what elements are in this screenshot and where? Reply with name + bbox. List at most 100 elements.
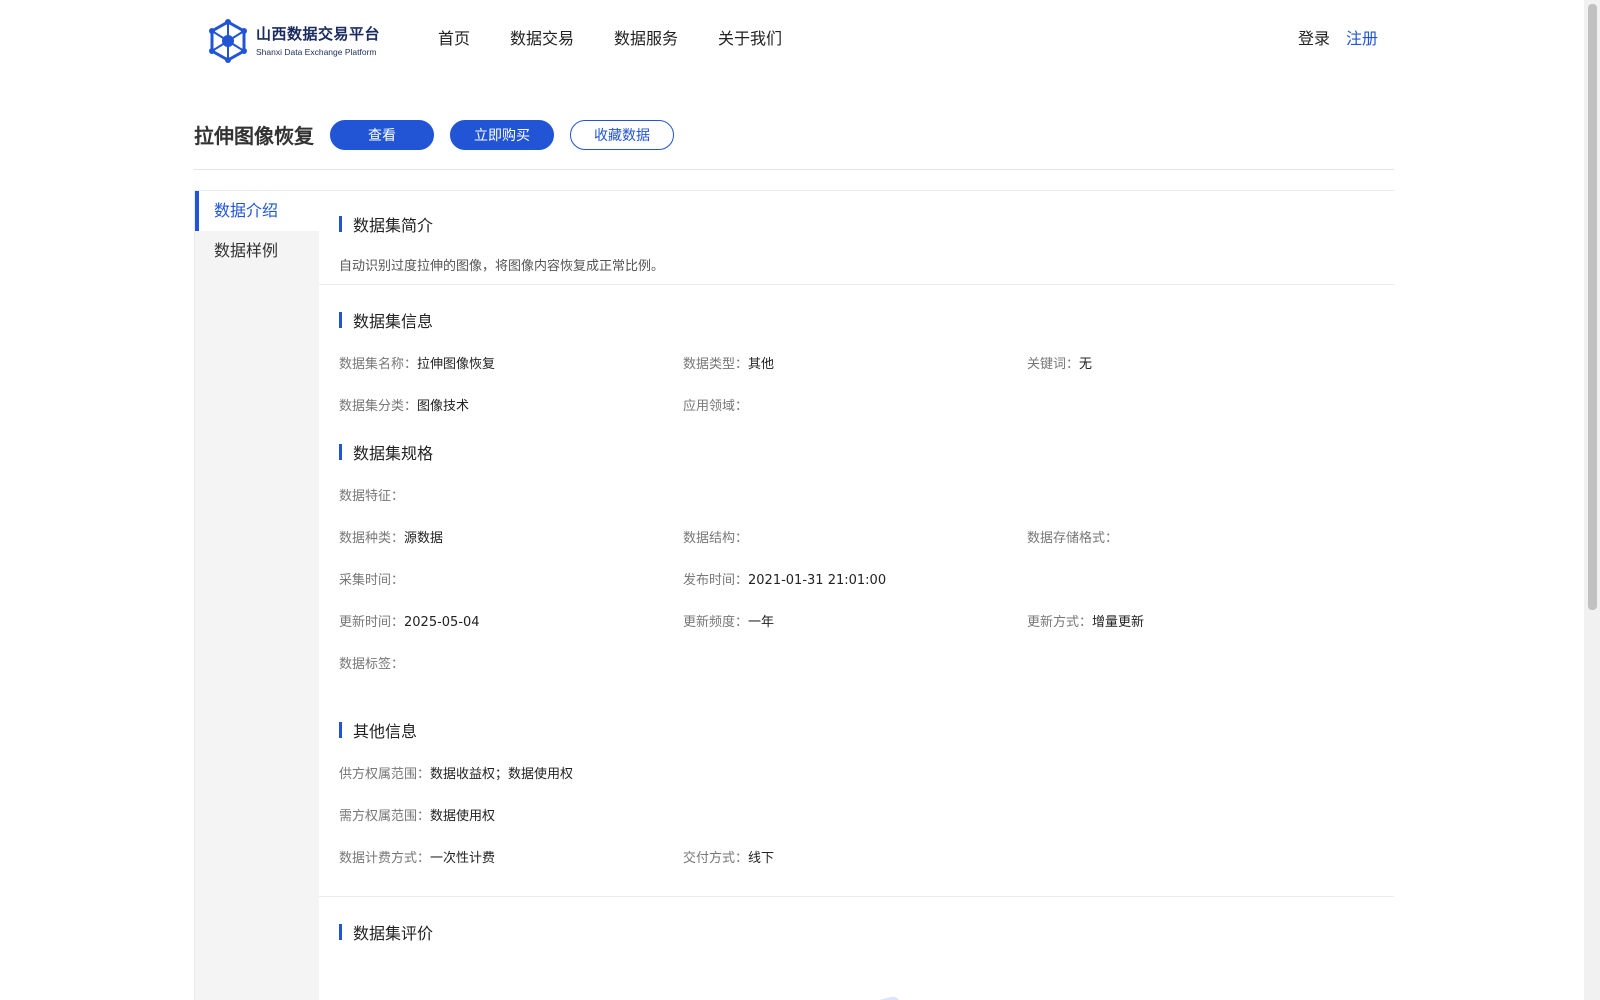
nav-item-home[interactable]: 首页 [438, 28, 470, 50]
field-dataset-name: 数据集名称：拉伸图像恢复 [339, 355, 495, 375]
field-label: 数据种类： [339, 531, 405, 546]
section-title: 数据集简介 [353, 216, 434, 235]
field-label: 数据结构： [683, 531, 749, 546]
field-value: 数据使用权 [430, 809, 496, 824]
empty-rating-illustration [857, 996, 905, 1000]
field-label: 应用领域： [683, 399, 749, 414]
sidebar: 数据介绍 数据样例 [195, 191, 319, 271]
section-marker [339, 444, 342, 460]
field-data-type: 数据类型：其他 [683, 355, 774, 375]
field-value: 一年 [748, 615, 775, 630]
field-label: 数据标签： [339, 657, 405, 672]
field-category: 数据集分类：图像技术 [339, 397, 469, 417]
field-value: 其他 [748, 357, 775, 372]
field-label: 更新时间： [339, 615, 405, 630]
field-label: 需方权属范围： [339, 809, 431, 824]
dataset-description: 自动识别过度拉伸的图像，将图像内容恢复成正常比例。 [339, 259, 665, 274]
field-publish-time: 发布时间：2021-01-31 21:01:00 [683, 571, 886, 591]
field-label: 交付方式： [683, 851, 749, 866]
field-label: 数据集分类： [339, 399, 418, 414]
field-update-mode: 更新方式：增量更新 [1027, 613, 1144, 633]
field-value: 2025-05-04 [404, 615, 480, 630]
section-marker [339, 312, 342, 328]
field-keywords: 关键词：无 [1027, 355, 1092, 375]
field-label: 数据计费方式： [339, 851, 431, 866]
dataset-title-row: 拉伸图像恢复 查看 立即购买 收藏数据 [194, 120, 1394, 170]
field-demander-rights: 需方权属范围：数据使用权 [339, 807, 495, 827]
intro-section: 数据集简介 自动识别过度拉伸的图像，将图像内容恢复成正常比例。 [319, 191, 1394, 285]
field-label: 数据特征： [339, 489, 405, 504]
spec-row: 更新时间：2025-05-04 更新频度：一年 更新方式：增量更新 [339, 613, 1374, 655]
spec-row: 采集时间： 发布时间：2021-01-31 21:01:00 [339, 571, 1374, 613]
nav-item-service[interactable]: 数据服务 [614, 28, 678, 50]
other-row: 需方权属范围：数据使用权 [339, 807, 1374, 849]
field-application-domain: 应用领域： [683, 397, 748, 417]
nav-item-about[interactable]: 关于我们 [718, 28, 782, 50]
field-data-kind: 数据种类：源数据 [339, 529, 443, 549]
field-delivery-method: 交付方式：线下 [683, 849, 774, 869]
other-row: 数据计费方式：一次性计费 交付方式：线下 [339, 849, 1374, 891]
field-value: 图像技术 [417, 399, 470, 414]
field-storage-format: 数据存储格式： [1027, 529, 1118, 549]
section-marker [339, 924, 342, 940]
logo-name-cn: 山西数据交易平台 [256, 25, 381, 43]
hexagon-network-logo-icon [209, 19, 247, 63]
field-value: 拉伸图像恢复 [417, 357, 496, 372]
other-row: 供方权属范围：数据收益权；数据使用权 [339, 765, 1374, 807]
spec-row: 数据种类：源数据 数据结构： 数据存储格式： [339, 529, 1374, 571]
page-scrollbar[interactable] [1584, 0, 1600, 1000]
field-value: 增量更新 [1092, 615, 1145, 630]
field-data-structure: 数据结构： [683, 529, 748, 549]
dataset-detail-panel: 数据介绍 数据样例 数据集简介 自动识别过度拉伸的图像，将图像内容恢复成正常比例… [194, 190, 1394, 1000]
header: 山西数据交易平台 Shanxi Data Exchange Platform 首… [0, 0, 1584, 78]
field-value: 一次性计费 [430, 851, 496, 866]
field-value: 无 [1079, 357, 1093, 372]
auth-links: 登录 注册 [1298, 28, 1378, 50]
scrollbar-thumb[interactable] [1588, 4, 1597, 610]
buy-now-button[interactable]: 立即购买 [450, 120, 554, 150]
section-title: 其他信息 [353, 722, 418, 741]
logo-text: 山西数据交易平台 Shanxi Data Exchange Platform [256, 24, 380, 58]
field-label: 数据集名称： [339, 357, 418, 372]
field-data-feature: 数据特征： [339, 487, 404, 507]
field-supplier-rights: 供方权属范围：数据收益权；数据使用权 [339, 765, 573, 785]
nav-item-trade[interactable]: 数据交易 [510, 28, 574, 50]
sidebar-item-samples[interactable]: 数据样例 [195, 231, 319, 271]
field-value: 线下 [748, 851, 775, 866]
field-label: 更新方式： [1027, 615, 1093, 630]
logo-name-en: Shanxi Data Exchange Platform [256, 47, 377, 57]
field-label: 采集时间： [339, 573, 405, 588]
field-data-tags: 数据标签： [339, 655, 404, 675]
section-title: 数据集规格 [353, 444, 434, 463]
section-marker [339, 722, 342, 738]
field-value: 数据收益权；数据使用权 [430, 767, 574, 782]
favorite-button[interactable]: 收藏数据 [570, 120, 674, 150]
site-logo[interactable]: 山西数据交易平台 Shanxi Data Exchange Platform [208, 19, 380, 63]
login-link[interactable]: 登录 [1298, 28, 1330, 50]
section-marker [339, 216, 342, 232]
spec-row: 数据特征： [339, 487, 1374, 529]
info-row: 数据集名称：拉伸图像恢复 数据类型：其他 关键词：无 [339, 355, 1374, 397]
register-link[interactable]: 注册 [1346, 28, 1378, 50]
view-button[interactable]: 查看 [330, 120, 434, 150]
main-nav: 首页 数据交易 数据服务 关于我们 [438, 28, 822, 50]
field-update-frequency: 更新频度：一年 [683, 613, 774, 633]
field-billing-method: 数据计费方式：一次性计费 [339, 849, 495, 869]
info-section: 数据集信息 数据集名称：拉伸图像恢复 数据类型：其他 关键词：无 数据集分类：图… [319, 285, 1394, 897]
sidebar-item-intro[interactable]: 数据介绍 [195, 191, 319, 231]
section-title: 数据集信息 [353, 312, 434, 331]
info-row: 数据集分类：图像技术 应用领域： [339, 397, 1374, 439]
section-title: 数据集评价 [353, 924, 434, 943]
field-label: 数据类型： [683, 357, 749, 372]
field-label: 关键词： [1027, 357, 1080, 372]
field-label: 发布时间： [683, 573, 749, 588]
spec-row: 数据标签： [339, 655, 1374, 697]
field-label: 更新频度： [683, 615, 749, 630]
field-label: 数据存储格式： [1027, 531, 1119, 546]
detail-content: 数据集简介 自动识别过度拉伸的图像，将图像内容恢复成正常比例。 数据集信息 数据… [319, 191, 1394, 1000]
field-collect-time: 采集时间： [339, 571, 404, 591]
page-title: 拉伸图像恢复 [194, 124, 314, 148]
field-value: 2021-01-31 21:01:00 [748, 573, 887, 588]
field-label: 供方权属范围： [339, 767, 431, 782]
rating-section: 数据集评价 [319, 897, 1394, 1000]
